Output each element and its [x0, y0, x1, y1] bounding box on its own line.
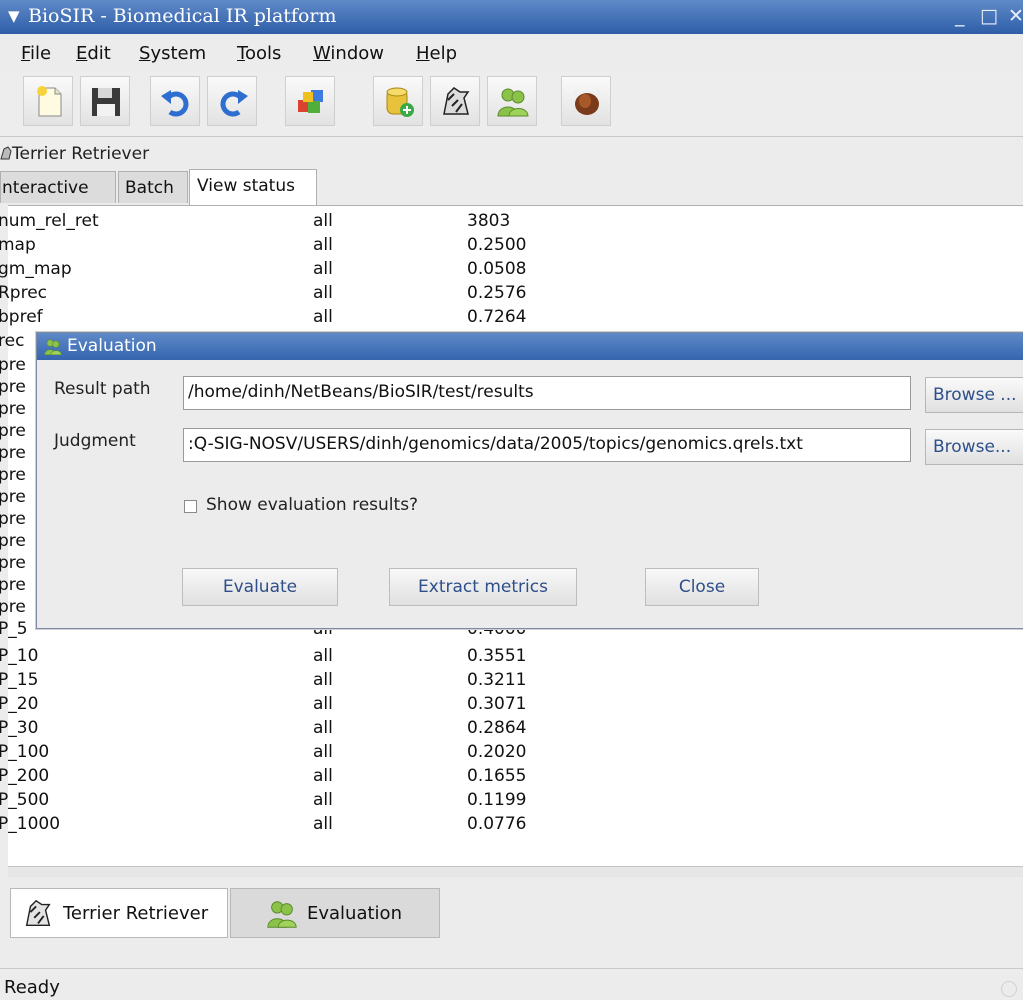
menu-help[interactable]: Help — [416, 43, 457, 64]
database-add-icon — [386, 87, 414, 117]
title-bar[interactable]: ▼ BioSIR - Biomedical IR platform _ □ ✕ — [0, 0, 1023, 34]
table-row: P_1000 all 0.0776 — [0, 814, 527, 834]
result-path-field[interactable]: /home/dinh/NetBeans/BioSIR/test/results — [183, 376, 911, 410]
evaluation-button[interactable] — [487, 76, 537, 126]
save-icon — [92, 88, 120, 116]
table-row: Rprec all 0.2576 — [0, 283, 527, 303]
table-row: P_10 all 0.3551 — [0, 646, 527, 666]
tab-terrier-retriever[interactable]: Terrier Retriever — [10, 888, 228, 938]
show-results-label: Show evaluation results? — [206, 495, 419, 515]
window-menu-icon[interactable]: ▼ — [8, 7, 20, 25]
status-bar: Ready — [0, 968, 1023, 1000]
save-button[interactable] — [80, 76, 130, 126]
undo-icon — [161, 90, 189, 117]
tab-interactive[interactable]: nteractive — [0, 171, 116, 203]
show-results-checkbox[interactable] — [184, 500, 197, 513]
cubes-icon — [298, 90, 323, 113]
menu-window[interactable]: Window — [313, 43, 384, 64]
terrier-button[interactable] — [430, 76, 480, 126]
terrier-dog-icon — [443, 87, 470, 115]
table-row: P_15 all 0.3211 — [0, 670, 527, 690]
result-path-label: Result path — [54, 379, 151, 399]
busy-indicator-icon — [1001, 981, 1017, 997]
dialog-title: Evaluation — [67, 336, 157, 356]
table-row: P_200 all 0.1655 — [0, 766, 527, 786]
menu-bar: File Edit System Tools Window Help — [0, 38, 1023, 68]
menu-tools[interactable]: Tools — [237, 43, 281, 64]
extract-metrics-button[interactable]: Extract metrics — [389, 568, 577, 606]
panel-tabs: nteractive Batch View status — [0, 169, 1023, 205]
table-row: bpref all 0.7264 — [0, 307, 527, 327]
menu-system[interactable]: System — [139, 43, 206, 64]
tab-batch[interactable]: Batch — [118, 171, 188, 203]
new-file-icon — [37, 86, 62, 117]
redo-button[interactable] — [207, 76, 257, 126]
evaluation-dialog: Evaluation Result path /home/dinh/NetBea… — [36, 332, 1023, 629]
users-icon — [267, 901, 297, 928]
browse-result-path-button[interactable]: Browse ... — [925, 377, 1023, 413]
bison-icon — [574, 88, 600, 115]
judgment-label: Judgment — [54, 431, 136, 451]
table-row: P_500 all 0.1199 — [0, 790, 527, 810]
table-row: P_20 all 0.3071 — [0, 694, 527, 714]
redo-icon — [220, 90, 248, 117]
maximize-icon[interactable]: □ — [980, 5, 998, 27]
users-icon — [497, 88, 529, 117]
close-icon[interactable]: ✕ — [1008, 5, 1023, 27]
browse-judgment-button[interactable]: Browse... — [925, 429, 1023, 465]
horizontal-scrollbar[interactable] — [8, 866, 1023, 877]
evaluate-button[interactable]: Evaluate — [182, 568, 338, 606]
dialog-title-bar[interactable]: Evaluation — [37, 333, 1023, 360]
minimize-icon[interactable]: _ — [955, 5, 965, 27]
tab-view-status[interactable]: View status — [189, 169, 317, 205]
table-row: P_30 all 0.2864 — [0, 718, 527, 738]
status-text: Ready — [4, 977, 60, 998]
bison-button[interactable] — [561, 76, 611, 126]
table-row: gm_map all 0.0508 — [0, 259, 527, 279]
terrier-dog-icon — [25, 899, 51, 927]
users-icon — [44, 339, 62, 356]
table-row: num_rel_ret all 3803 — [0, 211, 511, 231]
table-row: P_100 all 0.2020 — [0, 742, 527, 762]
close-button[interactable]: Close — [645, 568, 759, 606]
toolbar — [0, 72, 1023, 137]
window-title: BioSIR - Biomedical IR platform — [28, 5, 337, 27]
bottom-tab-bar: Terrier Retriever Evaluation — [8, 886, 1023, 940]
menu-edit[interactable]: Edit — [76, 43, 111, 64]
judgment-field[interactable]: :Q-SIG-NOSV/USERS/dinh/genomics/data/200… — [183, 428, 911, 462]
table-row: map all 0.2500 — [0, 235, 527, 255]
app-window: ▼ BioSIR - Biomedical IR platform _ □ ✕ … — [0, 0, 1023, 1000]
new-file-button[interactable] — [23, 76, 73, 126]
tab-evaluation[interactable]: Evaluation — [230, 888, 440, 938]
menu-file[interactable]: File — [21, 43, 51, 64]
plugins-button[interactable] — [285, 76, 335, 126]
index-button[interactable] — [373, 76, 423, 126]
undo-button[interactable] — [150, 76, 200, 126]
